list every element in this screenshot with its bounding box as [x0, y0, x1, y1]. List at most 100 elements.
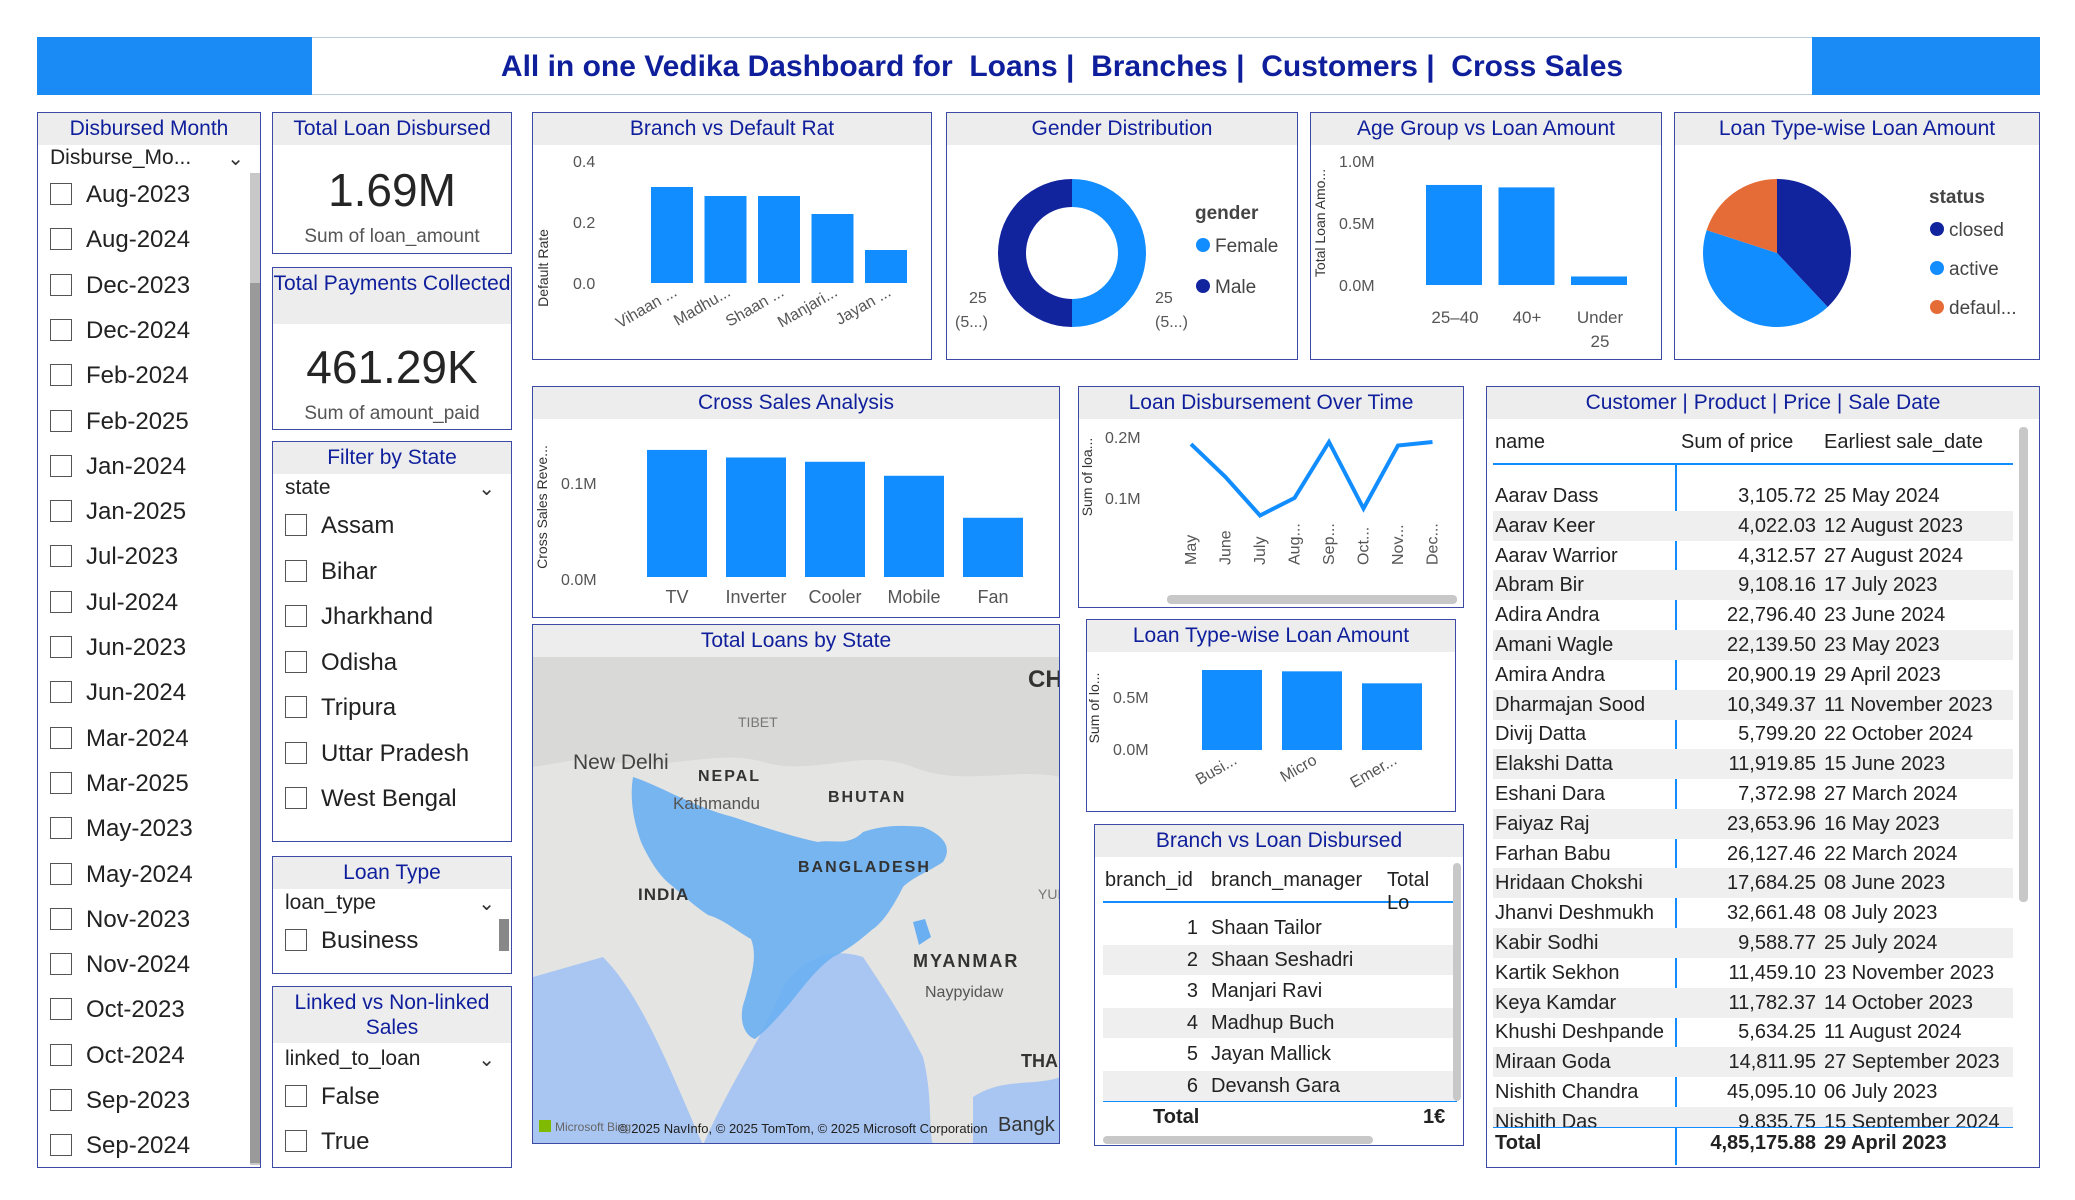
slicer-option[interactable]: Mar-2024 [50, 725, 189, 753]
slicer-option[interactable]: Odisha [285, 649, 397, 677]
slicer-option[interactable]: Mar-2025 [50, 770, 189, 798]
chevron-down-icon[interactable]: ⌄ [227, 146, 244, 171]
slicer-option[interactable]: Jun-2023 [50, 634, 186, 662]
bar[interactable] [805, 461, 865, 577]
checkbox[interactable] [50, 364, 72, 387]
chevron-down-icon[interactable]: ⌄ [478, 891, 495, 916]
checkbox[interactable] [50, 1134, 72, 1157]
checkbox[interactable] [285, 929, 307, 951]
slicer-option[interactable]: Oct-2024 [50, 1042, 185, 1070]
slicer-option[interactable]: Jul-2024 [50, 589, 178, 617]
table-row[interactable]: 3 Manjari Ravi [1103, 976, 1457, 1006]
slicer-option[interactable]: False [285, 1083, 380, 1111]
table-row[interactable]: Hridaan Chokshi 17,684.25 08 June 2023 [1493, 868, 2013, 899]
bar[interactable] [1362, 683, 1422, 750]
table-row[interactable]: Nishith Chandra 45,095.10 06 July 2023 [1493, 1077, 2013, 1107]
horizontal-scrollbar[interactable] [1103, 1136, 1373, 1144]
table-row[interactable]: 6 Devansh Gara [1103, 1070, 1457, 1101]
checkbox[interactable] [50, 318, 72, 341]
slicer-option[interactable]: Nov-2023 [50, 906, 190, 934]
checkbox[interactable] [50, 862, 72, 885]
table-row[interactable]: 1 Shaan Tailor [1103, 913, 1457, 943]
column-header-sum-of-price[interactable]: Sum of price [1681, 431, 1816, 454]
slicer-option[interactable]: Tripura [285, 694, 396, 722]
slicer-option[interactable]: Jan-2024 [50, 453, 186, 481]
table-row[interactable]: 4 Madhup Buch [1103, 1007, 1457, 1038]
checkbox[interactable] [285, 696, 307, 718]
column-header-earliest-sale-date[interactable]: Earliest sale_date [1824, 431, 2014, 454]
table-row[interactable]: Nishith Das 9,835.75 15 September 2024 [1493, 1106, 2013, 1127]
slice[interactable] [998, 179, 1072, 327]
column-header-branch-id[interactable]: branch_id [1105, 869, 1200, 892]
slicer-dropdown[interactable]: loan_type ⌄ [285, 891, 499, 919]
vertical-scrollbar[interactable] [2019, 427, 2028, 902]
checkbox[interactable] [50, 1089, 72, 1111]
bar[interactable] [884, 475, 944, 577]
slicer-option[interactable]: True [285, 1128, 369, 1156]
scrollbar-thumb[interactable] [1167, 595, 1457, 604]
checkbox[interactable] [285, 1130, 307, 1152]
slicer-dropdown[interactable]: Disburse_Mo... ⌄ [50, 146, 248, 174]
slice[interactable] [1072, 179, 1146, 327]
table-row[interactable]: Adira Andra 22,796.40 23 June 2024 [1493, 600, 2013, 630]
checkbox[interactable] [285, 514, 307, 536]
bar[interactable] [1426, 184, 1482, 285]
checkbox[interactable] [50, 907, 72, 930]
column-header-branch-manager[interactable]: branch_manager [1211, 869, 1381, 892]
bar[interactable] [726, 457, 786, 577]
slicer-option[interactable]: Business [285, 927, 418, 955]
bar[interactable] [1498, 187, 1555, 285]
table-row[interactable]: 2 Shaan Seshadri [1103, 944, 1457, 975]
table-row[interactable]: Kabir Sodhi 9,588.77 25 July 2024 [1493, 928, 2013, 958]
table-row[interactable]: Aarav Warrior 4,312.57 27 August 2024 [1493, 541, 2013, 571]
slicer-option[interactable]: Sep-2024 [50, 1132, 190, 1160]
checkbox[interactable] [50, 998, 72, 1021]
scrollbar-thumb[interactable] [250, 283, 260, 1163]
table-row[interactable]: Amira Andra 20,900.19 29 April 2023 [1493, 660, 2013, 690]
legend-closed[interactable]: closed [1949, 220, 2004, 241]
slicer-option[interactable]: Sep-2023 [50, 1087, 190, 1115]
table-row[interactable]: Abram Bir 9,108.16 17 July 2023 [1493, 570, 2013, 601]
map-svg[interactable]: TIBET New Delhi NEPAL Kathmandu BHUTAN B… [533, 657, 1060, 1144]
vertical-scrollbar[interactable] [1453, 863, 1461, 1101]
bar[interactable] [704, 196, 747, 283]
checkbox[interactable] [50, 1043, 72, 1066]
slicer-option[interactable]: Aug-2024 [50, 226, 190, 254]
bar[interactable] [963, 517, 1023, 577]
legend-female[interactable]: Female [1215, 236, 1278, 257]
table-row[interactable]: Jhanvi Deshmukh 32,661.48 08 July 2023 [1493, 898, 2013, 928]
checkbox[interactable] [285, 605, 307, 627]
bar[interactable] [1571, 276, 1627, 285]
checkbox[interactable] [50, 183, 72, 205]
table-row[interactable]: Keya Kamdar 11,782.37 14 October 2023 [1493, 987, 2013, 1018]
slicer-dropdown[interactable]: state ⌄ [285, 476, 499, 504]
slicer-option[interactable]: West Bengal [285, 785, 457, 813]
checkbox[interactable] [50, 500, 72, 523]
checkbox[interactable] [285, 559, 307, 582]
checkbox[interactable] [50, 726, 72, 749]
checkbox[interactable] [285, 1085, 307, 1107]
scrollbar-thumb[interactable] [499, 919, 509, 951]
slicer-option[interactable]: Dec-2024 [50, 317, 190, 345]
checkbox[interactable] [285, 741, 307, 764]
slicer-option[interactable]: Jun-2024 [50, 679, 186, 707]
slicer-option[interactable]: Nov-2024 [50, 951, 190, 979]
checkbox[interactable] [50, 228, 72, 251]
slicer-option[interactable]: Dec-2023 [50, 272, 190, 300]
checkbox[interactable] [50, 771, 72, 794]
slicer-option[interactable]: Oct-2023 [50, 996, 185, 1024]
table-row[interactable]: Kartik Sekhon 11,459.10 23 November 2023 [1493, 958, 2013, 988]
table-row[interactable]: Aarav Keer 4,022.03 12 August 2023 [1493, 510, 2013, 541]
table-row[interactable]: Dharmajan Sood 10,349.37 11 November 2023 [1493, 689, 2013, 720]
table-row[interactable]: Khushi Deshpande 5,634.25 11 August 2024 [1493, 1017, 2013, 1047]
slicer-option[interactable]: Feb-2024 [50, 362, 189, 390]
checkbox[interactable] [50, 953, 72, 976]
table-row[interactable]: Amani Wagle 22,139.50 23 May 2023 [1493, 630, 2013, 660]
legend-male[interactable]: Male [1215, 277, 1256, 298]
chevron-down-icon[interactable]: ⌄ [478, 476, 495, 501]
bar[interactable] [1282, 671, 1342, 750]
legend-active[interactable]: active [1949, 259, 1999, 280]
checkbox[interactable] [50, 590, 72, 613]
table-row[interactable]: Aarav Dass 3,105.72 25 May 2024 [1493, 481, 2013, 511]
scrollbar[interactable] [250, 173, 260, 1165]
